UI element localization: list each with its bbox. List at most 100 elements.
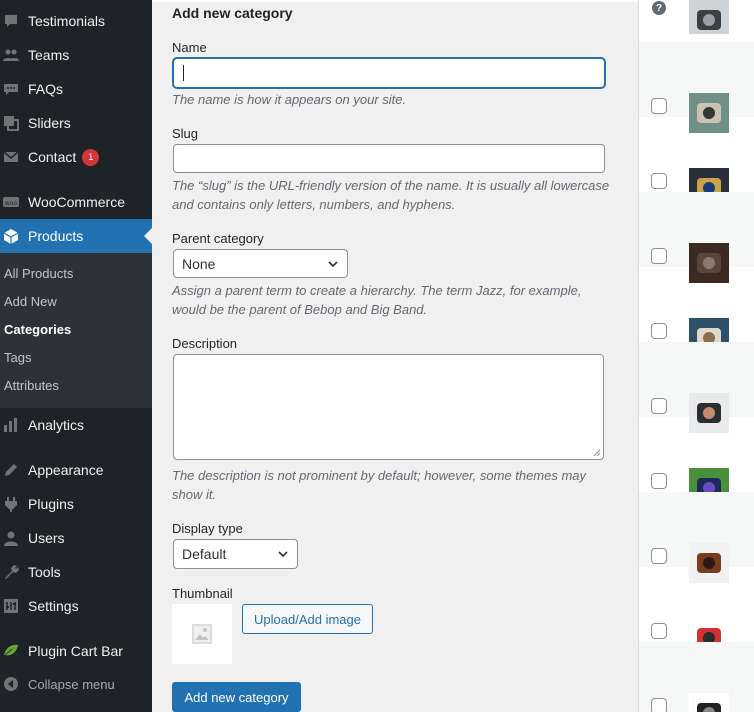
cart-bar-icon (2, 642, 20, 660)
table-row[interactable] (639, 567, 754, 658)
menu-contact[interactable]: Contact 1 (0, 140, 152, 174)
row-checkbox[interactable] (651, 698, 667, 712)
menu-label: Tools (28, 564, 61, 580)
name-input[interactable] (173, 58, 605, 88)
parent-category-label: Parent category (172, 231, 264, 246)
table-row[interactable] (639, 342, 754, 433)
collapse-menu[interactable]: Collapse menu (0, 667, 152, 701)
display-type-label: Display type (172, 521, 243, 536)
upload-image-button[interactable]: Upload/Add image (242, 604, 373, 634)
menu-faqs[interactable]: FAQs (0, 72, 152, 106)
row-checkbox[interactable] (651, 248, 667, 264)
collapse-label: Collapse menu (28, 676, 115, 692)
submenu-all-products[interactable]: All Products (4, 266, 73, 281)
menu-label: WooCommerce (28, 194, 125, 210)
users-icon (2, 529, 20, 547)
products-icon (2, 227, 20, 245)
table-row[interactable] (639, 42, 754, 133)
row-checkbox[interactable] (651, 623, 667, 639)
description-label: Description (172, 336, 238, 351)
menu-appearance[interactable]: Appearance (0, 453, 152, 487)
parent-category-select[interactable]: None (173, 249, 348, 278)
svg-text:woo: woo (5, 200, 18, 207)
table-row[interactable] (639, 642, 754, 712)
table-row[interactable] (639, 0, 754, 42)
description-textarea[interactable] (173, 354, 604, 460)
menu-label: Plugin Cart Bar (28, 643, 123, 659)
faqs-icon (2, 80, 20, 98)
menu-plugin-cart-bar[interactable]: Plugin Cart Bar (0, 634, 152, 668)
envelope-icon (2, 148, 20, 166)
display-type-select[interactable]: Default (173, 539, 298, 569)
chevron-down-icon (328, 260, 338, 267)
menu-woocommerce[interactable]: woo WooCommerce (0, 185, 152, 219)
description-help: The description is not prominent by defa… (172, 468, 587, 502)
submenu-categories[interactable]: Categories (4, 322, 71, 337)
woocommerce-icon: woo (2, 193, 20, 211)
row-checkbox[interactable] (651, 548, 667, 564)
name-label: Name (172, 40, 207, 55)
menu-sliders[interactable]: Sliders (0, 106, 152, 140)
row-checkbox[interactable] (651, 398, 667, 414)
table-row[interactable] (639, 267, 754, 358)
thumbnail-label: Thumbnail (172, 586, 233, 601)
admin-sidebar: Testimonials Teams FAQs Sliders Contact … (0, 0, 152, 712)
menu-label: Sliders (28, 115, 71, 131)
slug-input[interactable] (173, 144, 605, 173)
menu-label: Testimonials (28, 13, 106, 29)
submenu-add-new[interactable]: Add New (4, 294, 57, 309)
row-checkbox[interactable] (651, 323, 667, 339)
collapse-icon (2, 675, 20, 693)
row-checkbox[interactable] (651, 473, 667, 489)
add-new-category-button[interactable]: Add new category (172, 682, 301, 712)
slug-description: The “slug” is the URL-friendly version o… (172, 178, 610, 212)
menu-label: Users (28, 530, 65, 546)
menu-teams[interactable]: Teams (0, 38, 152, 72)
form-heading: Add new category (172, 5, 293, 21)
table-row[interactable] (639, 417, 754, 508)
menu-label: Analytics (28, 417, 85, 433)
plugins-icon (2, 495, 20, 513)
menu-label: Products (28, 228, 84, 244)
settings-icon (2, 597, 20, 615)
menu-testimonials[interactable]: Testimonials (0, 4, 152, 38)
thumbnail-placeholder (172, 604, 232, 664)
analytics-icon (2, 416, 20, 434)
submenu-tags[interactable]: Tags (4, 350, 31, 365)
submenu-attributes[interactable]: Attributes (4, 378, 59, 393)
sport-watch-thumbnail[interactable] (689, 693, 729, 712)
table-row[interactable] (639, 492, 754, 583)
menu-analytics[interactable]: Analytics (0, 408, 152, 442)
row-checkbox[interactable] (651, 173, 667, 189)
menu-label: Contact (28, 149, 77, 165)
testimonials-icon (2, 12, 20, 30)
image-placeholder-icon (192, 624, 212, 644)
menu-label: Settings (28, 598, 79, 614)
menu-label: Appearance (28, 462, 104, 478)
table-row[interactable] (639, 117, 754, 208)
name-description: The name is how it appears on your site. (172, 92, 407, 107)
content-top-edge (152, 0, 638, 3)
teams-icon (2, 46, 20, 64)
menu-label: Teams (28, 47, 70, 63)
menu-users[interactable]: Users (0, 521, 152, 555)
menu-label: Plugins (28, 496, 74, 512)
products-submenu: All Products Add New Categories Tags Att… (0, 253, 152, 408)
appearance-icon (2, 461, 20, 479)
notification-badge: 1 (82, 148, 100, 166)
sliders-icon (2, 114, 20, 132)
parent-category-description: Assign a parent term to create a hierarc… (172, 283, 582, 317)
resize-handle-icon[interactable] (593, 449, 601, 457)
slug-label: Slug (172, 126, 199, 141)
menu-plugins[interactable]: Plugins (0, 487, 152, 521)
menu-label: FAQs (28, 81, 64, 97)
table-row[interactable] (639, 192, 754, 283)
chevron-down-icon (278, 551, 288, 558)
tools-icon (2, 563, 20, 581)
text-caret (183, 65, 184, 81)
kitchen-appliances-thumbnail[interactable] (689, 0, 729, 34)
row-checkbox[interactable] (651, 98, 667, 114)
menu-tools[interactable]: Tools (0, 555, 152, 589)
menu-settings[interactable]: Settings (0, 589, 152, 623)
menu-products[interactable]: Products (0, 219, 152, 253)
